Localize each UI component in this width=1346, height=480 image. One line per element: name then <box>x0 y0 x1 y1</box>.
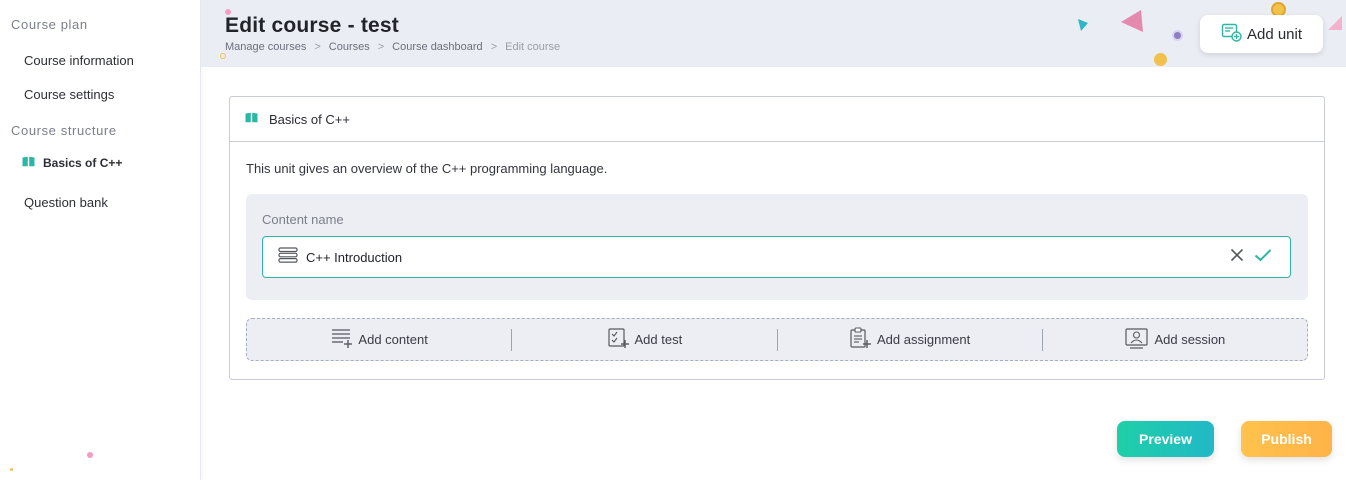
page-title: Edit course - test <box>225 14 399 37</box>
decorative-dot <box>10 468 13 471</box>
sidebar-heading-course-plan: Course plan <box>11 17 88 32</box>
content-name-input[interactable] <box>306 249 1186 265</box>
decorative-triangle <box>1078 19 1088 31</box>
open-book-icon <box>22 156 35 170</box>
unit-title: Basics of C++ <box>269 111 350 127</box>
breadcrumb-separator: > <box>490 41 498 53</box>
check-icon[interactable] <box>1254 248 1272 267</box>
add-unit-icon <box>1221 22 1243 46</box>
unit-description: This unit gives an overview of the C++ p… <box>246 161 608 176</box>
close-icon[interactable] <box>1230 248 1244 267</box>
add-test-icon <box>607 327 631 352</box>
add-assignment-button[interactable]: Add assignment <box>778 319 1042 360</box>
breadcrumb-separator: > <box>314 41 321 53</box>
breadcrumb-manage-courses[interactable]: Manage courses <box>225 41 306 53</box>
publish-button[interactable]: Publish <box>1241 421 1332 457</box>
add-test-label: Add test <box>634 332 683 347</box>
add-content-label: Add content <box>358 332 428 347</box>
breadcrumb-course-dashboard[interactable]: Course dashboard <box>392 41 483 53</box>
sidebar-item-basics-of-cpp[interactable]: Basics of C++ <box>22 156 122 170</box>
add-session-button[interactable]: Add session <box>1043 319 1307 360</box>
preview-button[interactable]: Preview <box>1117 421 1214 457</box>
add-content-icon <box>330 327 354 352</box>
decorative-triangle <box>1121 10 1143 32</box>
add-test-button[interactable]: Add test <box>512 319 776 360</box>
page-header: Edit course - test Manage courses > Cour… <box>201 0 1346 67</box>
add-unit-label: Add unit <box>1246 25 1303 43</box>
breadcrumb-separator: > <box>377 41 385 53</box>
list-icon <box>278 246 298 268</box>
add-assignment-label: Add assignment <box>877 332 971 347</box>
content-name-label: Content name <box>262 212 344 227</box>
open-book-icon <box>245 110 258 128</box>
sidebar-item-course-information[interactable]: Course information <box>24 53 134 68</box>
unit-card: Basics of C++ This unit gives an overvie… <box>229 96 1325 380</box>
unit-header[interactable]: Basics of C++ <box>230 97 1324 142</box>
add-assignment-icon <box>849 327 873 352</box>
decorative-dot <box>1172 30 1183 41</box>
decorative-dot <box>87 452 93 458</box>
sidebar-item-label: Basics of C++ <box>43 156 123 170</box>
add-session-label: Add session <box>1154 332 1226 347</box>
add-content-button[interactable]: Add content <box>247 319 511 360</box>
add-session-icon <box>1124 327 1150 352</box>
decorative-ring <box>220 53 226 59</box>
content-name-field <box>262 236 1291 278</box>
sidebar-heading-course-structure: Course structure <box>11 123 117 138</box>
input-actions <box>1230 248 1272 267</box>
sidebar-item-course-settings[interactable]: Course settings <box>24 87 114 102</box>
sidebar-item-question-bank[interactable]: Question bank <box>24 195 108 210</box>
breadcrumb: Manage courses > Courses > Course dashbo… <box>225 41 560 53</box>
breadcrumb-edit-course: Edit course <box>505 41 561 53</box>
add-unit-button[interactable]: Add unit <box>1200 15 1323 53</box>
add-item-bar: Add content Add test Add assignment Add … <box>246 318 1308 361</box>
content-editor: Content name <box>246 194 1308 300</box>
decorative-triangle <box>1328 16 1342 30</box>
sidebar: Course plan Course information Course se… <box>0 0 201 480</box>
breadcrumb-courses[interactable]: Courses <box>329 41 370 53</box>
decorative-dot <box>1154 53 1167 66</box>
